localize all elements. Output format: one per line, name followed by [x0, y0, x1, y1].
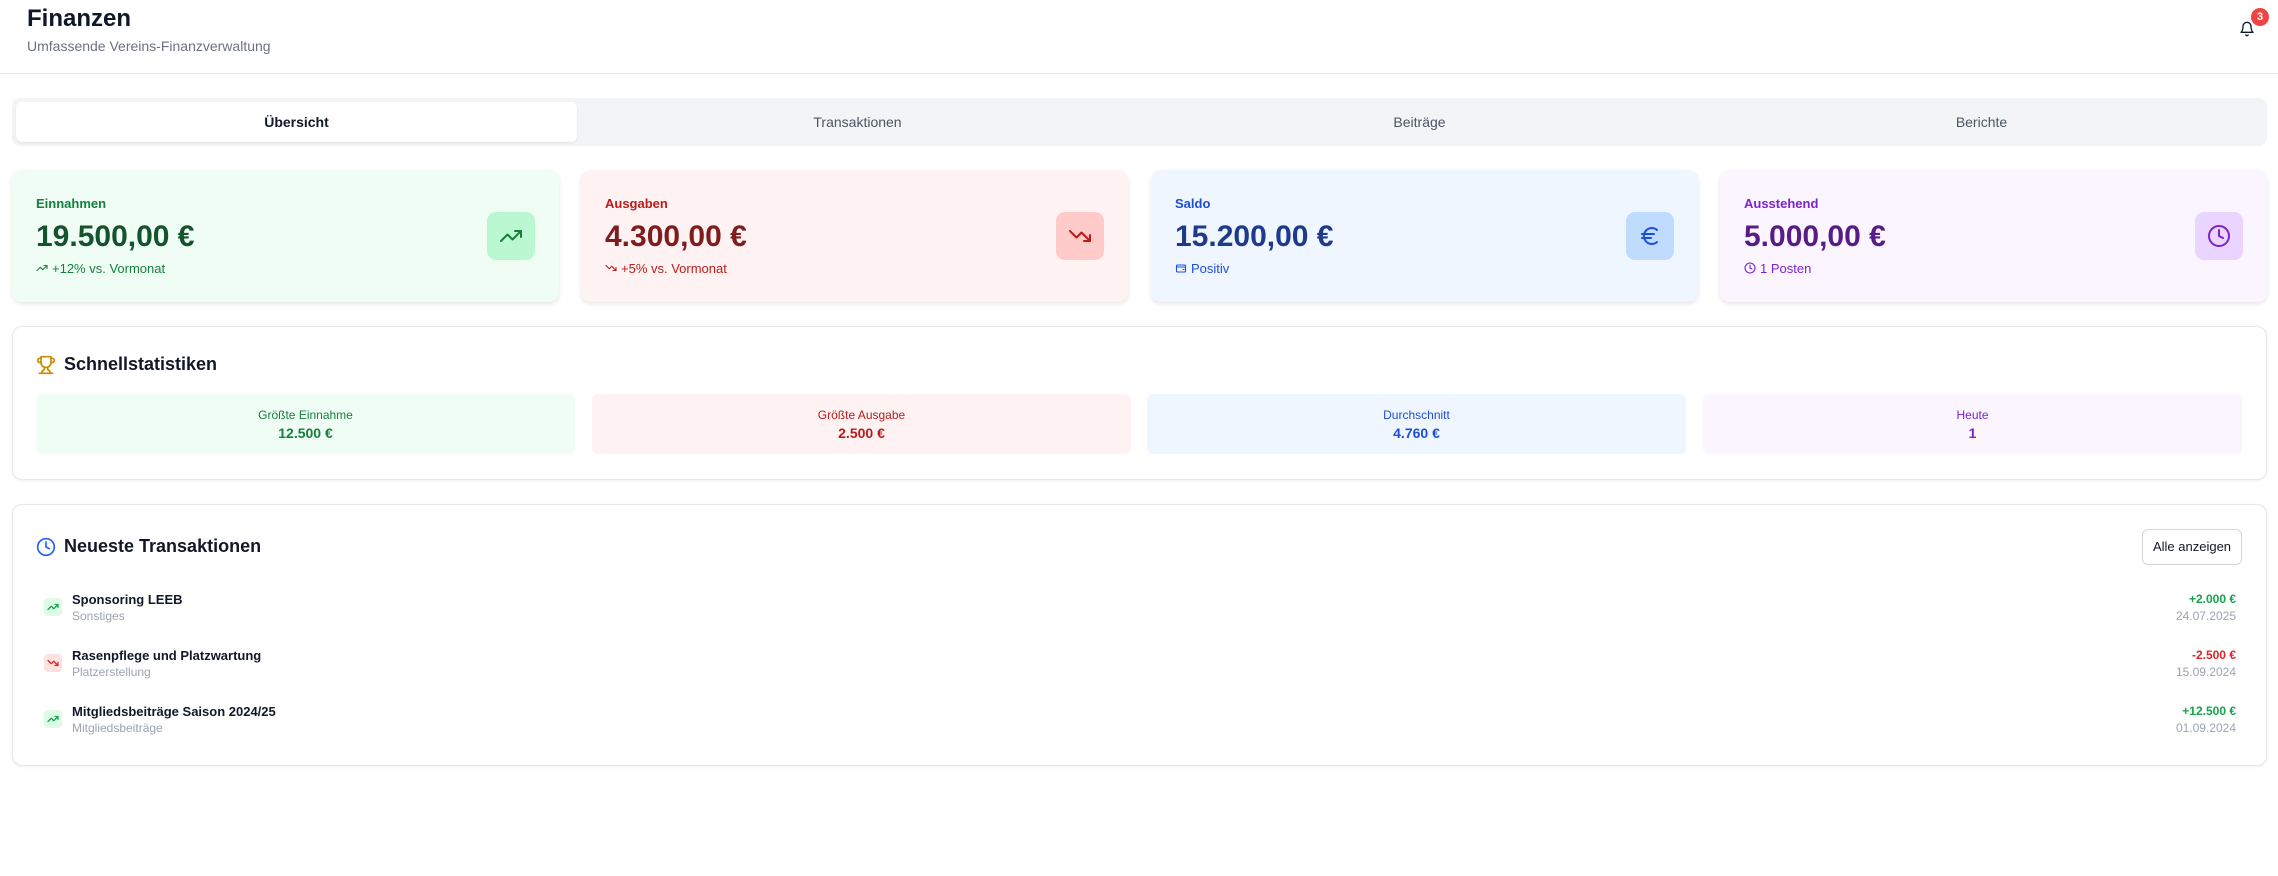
wallet-icon — [1175, 264, 1187, 273]
clock-icon — [36, 537, 56, 557]
stat-value: 19.500,00 € — [36, 220, 195, 253]
clock-icon — [2208, 225, 2230, 247]
stat-value: 4.300,00 € — [605, 220, 747, 253]
stat-sub: +5% vs. Vormonat — [605, 261, 727, 276]
trending-up-icon — [500, 230, 522, 242]
tx-category: Sonstiges — [72, 609, 125, 623]
quick-stats-title: Schnellstatistiken — [64, 354, 218, 374]
stat-sub: +12% vs. Vormonat — [36, 261, 165, 276]
stat-card-ausgaben: Ausgaben 4.300,00 € +5% vs. Vormonat — [581, 170, 1128, 302]
clock-small-icon — [1744, 262, 1756, 274]
page-header: Finanzen Umfassende Vereins-Finanzverwal… — [0, 0, 2278, 74]
quick-stat-label: Größte Ausgabe — [817, 408, 906, 422]
transaction-row[interactable]: Sponsoring LEEB Sonstiges +2.000 € 24.07… — [36, 589, 2236, 629]
stat-card-saldo: Saldo 15.200,00 € Positiv — [1151, 170, 1698, 302]
stat-sub: 1 Posten — [1744, 261, 1811, 276]
trending-up-icon — [47, 603, 59, 611]
stat-sub-text: Positiv — [1191, 261, 1230, 276]
trending-down-icon — [47, 659, 59, 667]
stat-iconbox — [1626, 212, 1674, 260]
tx-type-iconbox — [44, 654, 62, 672]
trophy-icon — [36, 355, 56, 375]
quick-stat-label: Größte Einnahme — [258, 408, 353, 422]
show-all-button[interactable]: Alle anzeigen — [2142, 529, 2242, 565]
quick-stat-groesste-ausgabe: Größte Ausgabe 2.500 € — [592, 394, 1131, 454]
euro-icon — [1641, 226, 1658, 245]
tx-amount: +12.500 € — [2182, 704, 2236, 718]
quick-stat-value: 4.760 € — [1393, 425, 1440, 441]
trending-up-icon — [47, 715, 59, 723]
stat-sub-text: +12% vs. Vormonat — [52, 261, 166, 276]
stat-value: 15.200,00 € — [1175, 220, 1334, 253]
stat-card-einnahmen: Einnahmen 19.500,00 € +12% vs. Vormonat — [12, 170, 559, 302]
trending-down-small-icon — [605, 264, 617, 272]
stat-label: Ausstehend — [1744, 196, 1819, 211]
stat-value: 5.000,00 € — [1744, 220, 1886, 253]
quick-stat-groesste-einnahme: Größte Einnahme 12.500 € — [36, 394, 575, 454]
tab-uebersicht[interactable]: Übersicht — [16, 102, 577, 142]
recent-transactions-title: Neueste Transaktionen — [64, 536, 262, 556]
quick-stat-value: 2.500 € — [838, 425, 885, 441]
transaction-row[interactable]: Mitgliedsbeiträge Saison 2024/25 Mitglie… — [36, 701, 2236, 741]
tx-type-iconbox — [44, 598, 62, 616]
tx-category: Mitgliedsbeiträge — [72, 721, 163, 735]
trending-up-small-icon — [36, 264, 48, 272]
tx-category: Platzerstellung — [72, 665, 151, 679]
quick-stat-value: 12.500 € — [278, 425, 333, 441]
stat-label: Einnahmen — [36, 196, 107, 211]
stat-iconbox — [1056, 212, 1104, 260]
tx-type-iconbox — [44, 710, 62, 728]
tx-title: Rasenpflege und Platzwartung — [72, 648, 262, 663]
trending-down-icon — [1069, 230, 1091, 242]
quick-stat-label: Durchschnitt — [1383, 408, 1450, 422]
bell-icon — [2240, 21, 2254, 37]
stat-label: Ausgaben — [605, 196, 668, 211]
quick-stat-durchschnitt: Durchschnitt 4.760 € — [1147, 394, 1686, 454]
tx-date: 24.07.2025 — [2175, 609, 2236, 623]
stat-sub: Positiv — [1175, 261, 1229, 276]
tab-beitraege[interactable]: Beiträge — [1139, 102, 1700, 142]
stat-sub-text: +5% vs. Vormonat — [621, 261, 727, 276]
stat-card-ausstehend: Ausstehend 5.000,00 € 1 Posten — [1720, 170, 2267, 302]
tx-date: 01.09.2024 — [2175, 721, 2236, 735]
tx-amount: +2.000 € — [2188, 592, 2236, 606]
quick-stat-value: 1 — [1968, 425, 1977, 441]
notification-badge: 3 — [2251, 8, 2269, 26]
stat-iconbox — [2195, 212, 2243, 260]
transaction-row[interactable]: Rasenpflege und Platzwartung Platzerstel… — [36, 645, 2236, 685]
page-subtitle: Umfassende Vereins-Finanzverwaltung — [27, 38, 271, 54]
tab-bar: Übersicht Transaktionen Beiträge Bericht… — [12, 98, 2267, 146]
stat-label: Saldo — [1175, 196, 1211, 211]
tx-date: 15.09.2024 — [2175, 665, 2236, 679]
tab-transaktionen[interactable]: Transaktionen — [577, 102, 1138, 142]
quick-stat-label: Heute — [1956, 408, 1989, 422]
stat-sub-text: 1 Posten — [1760, 261, 1812, 276]
tx-amount: -2.500 € — [2191, 648, 2236, 662]
page-title: Finanzen — [27, 5, 132, 32]
stat-iconbox — [487, 212, 535, 260]
tx-title: Sponsoring LEEB — [72, 592, 183, 607]
tab-berichte[interactable]: Berichte — [1701, 102, 2262, 142]
tx-title: Mitgliedsbeiträge Saison 2024/25 — [72, 704, 276, 719]
quick-stat-heute: Heute 1 — [1703, 394, 2242, 454]
